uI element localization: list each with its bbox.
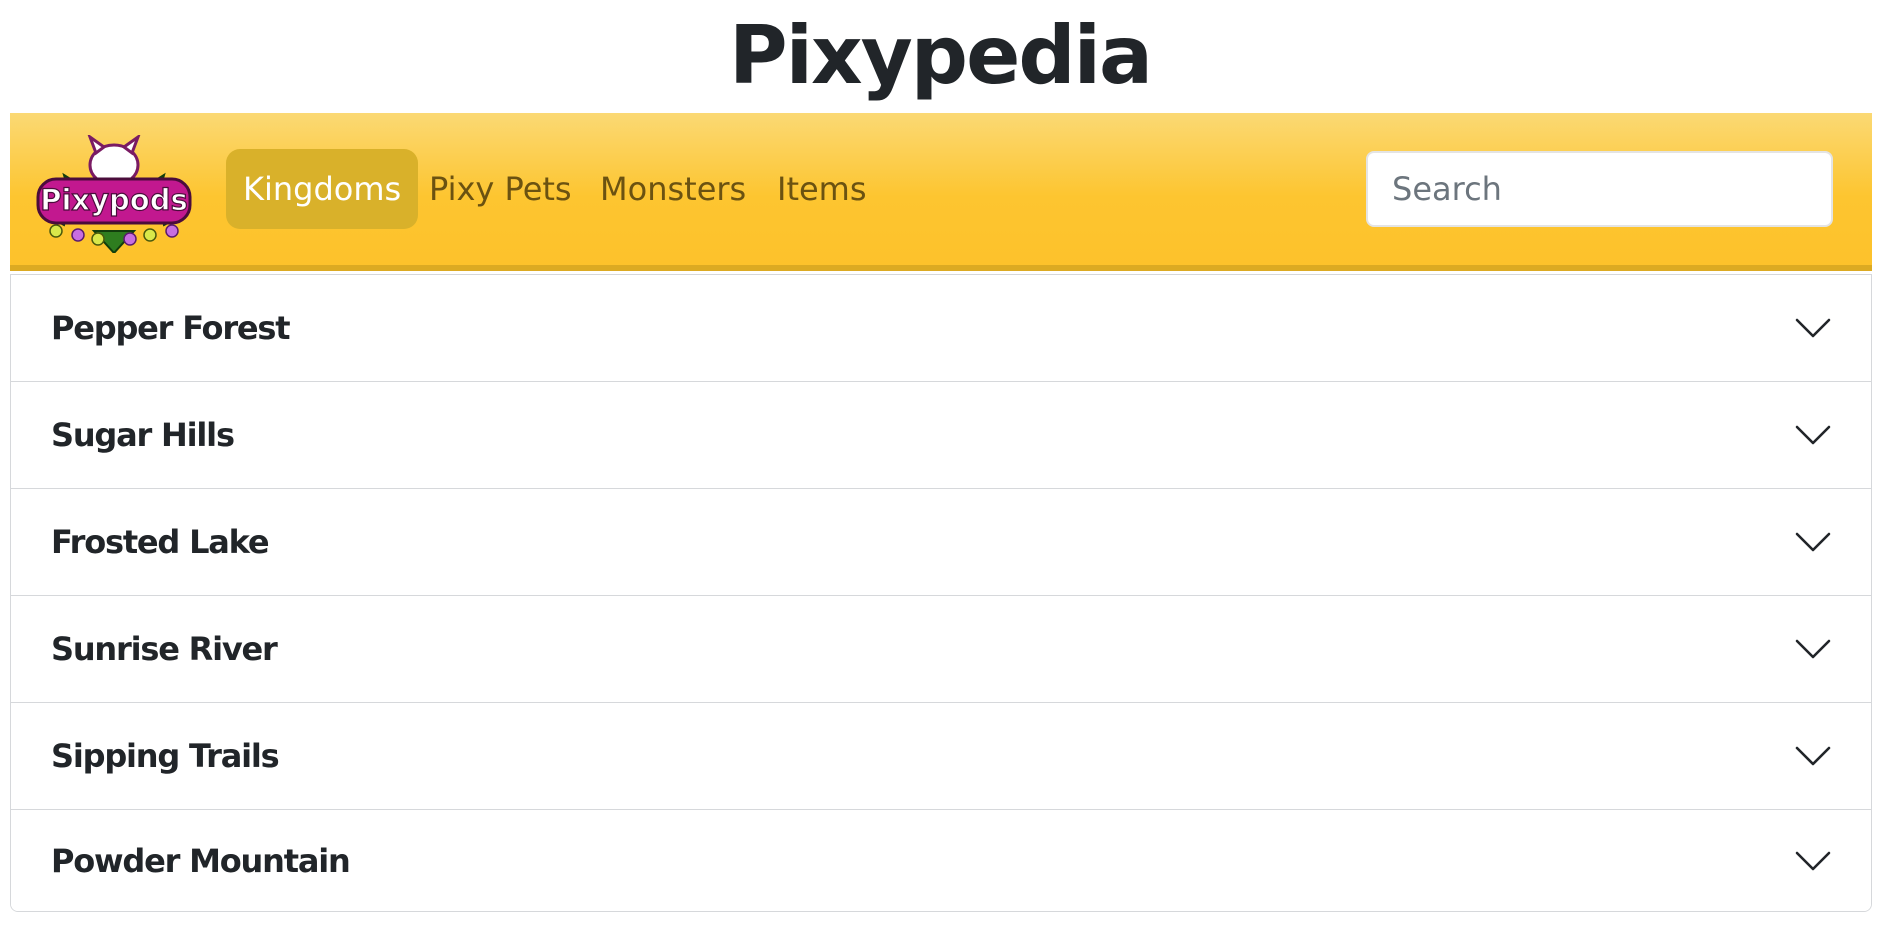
logo-text: Pixypods [40,183,188,217]
nav-item-monsters[interactable]: Monsters [600,149,746,229]
accordion-item-sipping-trails[interactable]: Sipping Trails [11,703,1871,810]
accordion-item-label: Sipping Trails [51,737,280,775]
accordion-item-sugar-hills[interactable]: Sugar Hills [11,382,1871,489]
chevron-down-icon [1795,532,1831,552]
chevron-down-icon [1795,318,1831,338]
top-navbar: Pixypods Kingdoms Pixy Pets Monsters Ite… [10,113,1872,271]
accordion-item-label: Pepper Forest [51,309,291,347]
chevron-down-icon [1795,425,1831,445]
chevron-down-icon [1795,639,1831,659]
pixypods-logo[interactable]: Pixypods [34,132,194,255]
page: Pixypedia Pixypods Kingdoms Pixy Pets Mo… [0,0,1880,930]
chevron-down-icon [1795,746,1831,766]
accordion-item-sunrise-river[interactable]: Sunrise River [11,596,1871,703]
search-input[interactable] [1366,151,1833,227]
accordion-item-frosted-lake[interactable]: Frosted Lake [11,489,1871,596]
nav-item-items[interactable]: Items [777,149,867,229]
nav-item-pixy-pets[interactable]: Pixy Pets [429,149,572,229]
accordion-item-powder-mountain[interactable]: Powder Mountain [11,810,1871,911]
accordion-item-label: Powder Mountain [51,842,351,880]
accordion-item-label: Sunrise River [51,630,278,668]
chevron-down-icon [1795,851,1831,871]
nav-item-kingdoms[interactable]: Kingdoms [226,149,419,229]
accordion-item-label: Frosted Lake [51,523,270,561]
accordion-item-pepper-forest[interactable]: Pepper Forest [11,275,1871,382]
accordion-item-label: Sugar Hills [51,416,235,454]
kingdoms-accordion: Pepper Forest Sugar Hills Frosted Lake S… [10,274,1872,912]
page-title: Pixypedia [729,8,1153,102]
